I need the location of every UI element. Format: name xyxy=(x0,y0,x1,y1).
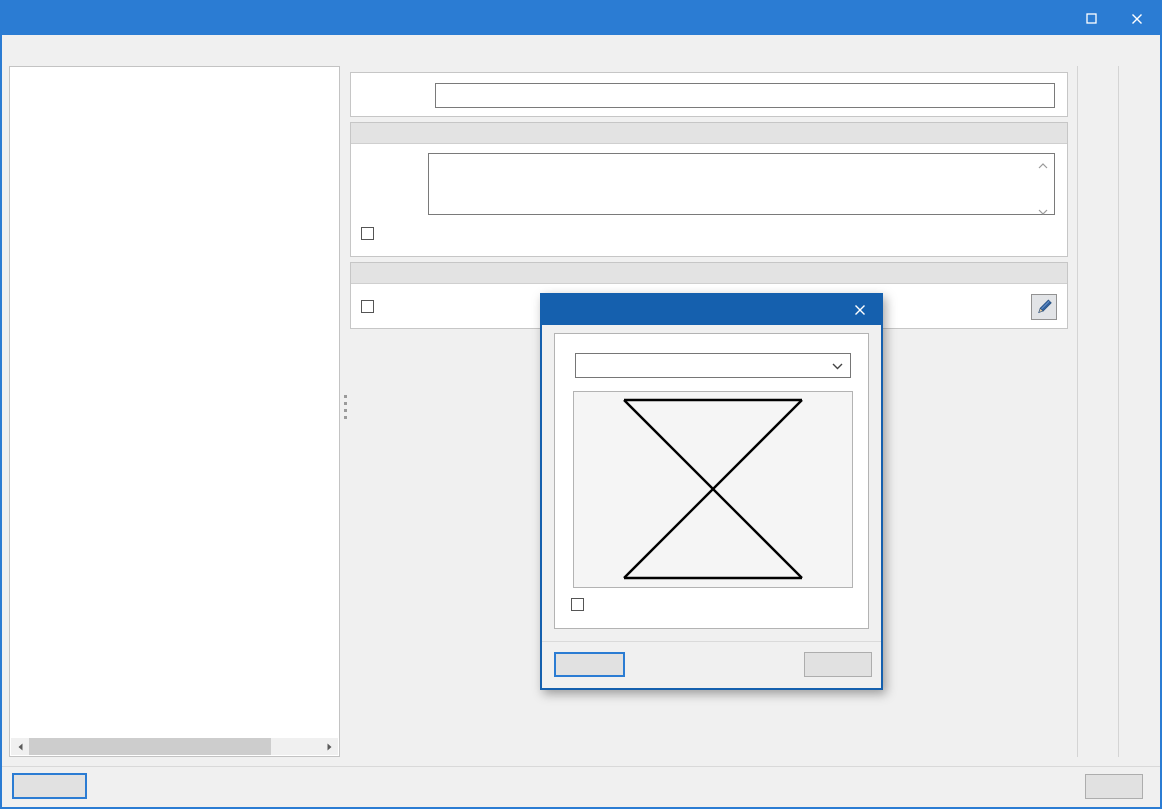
custom-color-checkbox[interactable] xyxy=(571,598,584,611)
scroll-right-arrow-icon[interactable] xyxy=(321,738,338,755)
simbolo-checkbox[interactable] xyxy=(361,300,374,313)
caracteristicas-section xyxy=(350,122,1068,257)
symbol-panel xyxy=(554,333,869,629)
simbolo-dialog xyxy=(540,293,883,690)
referencia-input[interactable] xyxy=(435,83,1055,108)
dialog-cancel-button[interactable] xyxy=(804,652,872,677)
representacion-header xyxy=(351,263,1067,284)
options-general-window xyxy=(0,0,1162,809)
scroll-up-icon[interactable] xyxy=(1038,157,1048,172)
caracteristicas-header xyxy=(351,123,1067,144)
vertical-separator xyxy=(1118,66,1119,757)
llave-abonado-checkbox-row xyxy=(361,227,380,240)
chevron-down-icon xyxy=(832,363,843,370)
dialog-titlebar xyxy=(542,295,881,325)
close-button[interactable] xyxy=(1114,2,1160,35)
window-title xyxy=(2,2,1066,35)
dialog-footer-separator xyxy=(542,641,881,642)
symbol-preview xyxy=(573,391,853,588)
descripcion-textarea[interactable] xyxy=(428,153,1055,215)
llave-abonado-checkbox[interactable] xyxy=(361,227,374,240)
symbol-type-select[interactable] xyxy=(575,353,851,378)
edit-symbol-button[interactable] xyxy=(1031,294,1057,320)
scroll-left-arrow-icon[interactable] xyxy=(11,738,28,755)
accept-button[interactable] xyxy=(12,773,87,799)
custom-color-checkbox-row xyxy=(571,598,590,611)
valve-bowtie-symbol xyxy=(623,398,803,580)
referencia-box xyxy=(350,72,1068,117)
close-icon xyxy=(1132,13,1142,24)
titlebar xyxy=(2,2,1160,35)
dialog-title xyxy=(582,295,841,325)
dialog-close-button[interactable] xyxy=(839,295,881,325)
dialog-accept-button[interactable] xyxy=(554,652,625,677)
options-tree xyxy=(11,70,338,737)
options-tree-panel xyxy=(9,66,340,757)
scroll-down-icon[interactable] xyxy=(1038,203,1048,218)
window-controls xyxy=(1068,2,1160,35)
footer-separator xyxy=(2,766,1160,767)
pencil-icon xyxy=(1038,299,1052,314)
vertical-separator xyxy=(1077,66,1078,757)
cancel-button[interactable] xyxy=(1085,774,1143,799)
close-icon xyxy=(855,305,865,315)
maximize-icon xyxy=(1085,13,1097,24)
simbolo-checkbox-row xyxy=(361,300,380,313)
maximize-button[interactable] xyxy=(1068,2,1114,35)
scrollbar-thumb[interactable] xyxy=(29,738,271,755)
tree-horizontal-scrollbar[interactable] xyxy=(11,738,338,755)
panel-splitter[interactable] xyxy=(343,395,348,419)
